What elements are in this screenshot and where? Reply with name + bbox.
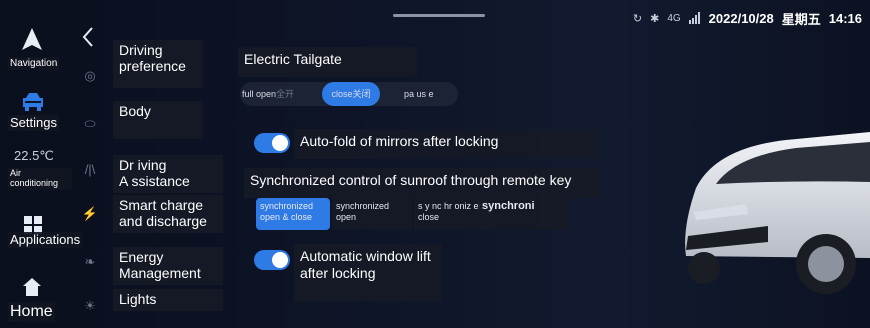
tailgate-close[interactable]: close关闭 bbox=[322, 82, 380, 106]
nav-home-label: Home bbox=[8, 302, 55, 322]
light-bulb-icon: ☀ bbox=[84, 298, 96, 313]
nav-applications[interactable]: Applications bbox=[0, 214, 83, 254]
nav-settings[interactable]: Settings bbox=[0, 90, 80, 134]
toggle-knob bbox=[272, 252, 288, 268]
mirror-fold-label: Auto-fold of mirrors after locking bbox=[294, 129, 598, 159]
charge-bolt-icon: ⚡ bbox=[81, 206, 99, 221]
car-settings-icon bbox=[23, 93, 43, 111]
tailgate-full-open[interactable]: full open全开 bbox=[242, 82, 312, 106]
temperature-value: 22.5℃ bbox=[14, 148, 54, 163]
bluetooth-icon: ✱ bbox=[650, 12, 660, 25]
tailgate-segmented-control: full open全开 close关闭 pa us e bbox=[240, 82, 458, 106]
car-image bbox=[685, 132, 870, 294]
tailgate-close-label: close bbox=[331, 89, 353, 99]
nav-air-conditioning[interactable]: 22.5℃ Air conditioning bbox=[0, 146, 80, 192]
tailgate-full-open-label: full open bbox=[242, 89, 277, 99]
nav-settings-label: Settings bbox=[8, 115, 59, 132]
status-weekday: 星期五 bbox=[781, 11, 821, 27]
toggle-knob bbox=[272, 135, 288, 151]
network-label: 4G bbox=[667, 12, 681, 24]
electric-tailgate-title: Electric Tailgate bbox=[238, 47, 417, 77]
battery-saver-icon: ↻ bbox=[632, 12, 643, 25]
navigation-arrow-icon bbox=[22, 28, 42, 50]
nav-home[interactable]: Home bbox=[0, 276, 80, 324]
category-driving-label: Driving preference bbox=[113, 40, 203, 88]
category-body-label: Body bbox=[113, 101, 203, 139]
window-lift-label: Automatic window lift after locking bbox=[294, 244, 442, 302]
sunroof-open-close-option[interactable]: synchronized open & close bbox=[256, 198, 330, 230]
signal-icon bbox=[688, 12, 700, 24]
window-lift-toggle[interactable] bbox=[254, 250, 290, 270]
tailgate-pause-label: pa us e bbox=[404, 89, 434, 99]
status-date: 2022/10/28 bbox=[708, 10, 774, 26]
pull-down-handle[interactable] bbox=[393, 14, 485, 17]
nav-air-label: Air conditioning bbox=[8, 168, 72, 190]
tailgate-full-open-cn: 全开 bbox=[276, 89, 295, 99]
category-lights-label: Lights bbox=[113, 289, 223, 311]
nav-navigation-label: Navigation bbox=[8, 57, 60, 70]
sunroof-open-option[interactable]: synchronized open bbox=[332, 198, 412, 230]
nav-navigation[interactable]: Navigation bbox=[0, 24, 80, 72]
mirror-fold-toggle[interactable] bbox=[254, 133, 290, 153]
status-time: 14:16 bbox=[828, 10, 862, 26]
left-navigation: Navigation Settings 22.5℃ Air conditioni… bbox=[0, 0, 83, 328]
car-body-icon: ⬭ bbox=[84, 116, 96, 131]
status-bar: ↻ ✱ 4G 2022/10/28 星期五 14:16 bbox=[633, 8, 862, 28]
sunroof-control-title: Synchronized control of sunroof through … bbox=[244, 168, 602, 198]
tailgate-close-cn: 关闭 bbox=[352, 89, 371, 99]
category-charge-label: Smart charge and discharge bbox=[113, 195, 223, 233]
category-assistance-label: Dr iving A ssistance bbox=[113, 155, 223, 193]
leaf-icon: ❧ bbox=[84, 254, 96, 269]
nav-applications-label: Applications bbox=[8, 232, 83, 249]
home-icon bbox=[23, 278, 41, 296]
sunroof-overlay-text: synchroni bbox=[478, 198, 570, 230]
tailgate-pause[interactable]: pa us e bbox=[404, 82, 454, 106]
lane-assist-icon: /|\ bbox=[84, 162, 96, 177]
category-energy-label: Energy Management bbox=[113, 247, 223, 285]
driving-mode-icon: ◎ bbox=[84, 68, 96, 83]
back-chevron-icon[interactable] bbox=[78, 25, 98, 49]
